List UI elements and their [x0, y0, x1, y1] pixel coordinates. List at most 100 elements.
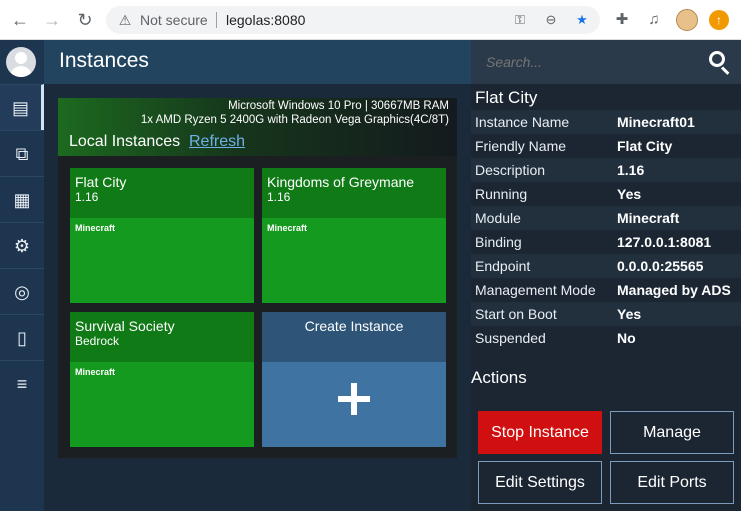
detail-key: Suspended	[475, 330, 546, 346]
instances-panel: Microsoft Windows 10 Pro | 30667MB RAM 1…	[58, 98, 457, 458]
sidebar-item-files[interactable]: ▯	[0, 314, 44, 360]
instance-name: Survival Society	[75, 318, 175, 334]
detail-value: 127.0.0.1:8081	[617, 234, 712, 250]
warning-icon[interactable]: ⚠	[116, 11, 134, 29]
detail-value: Flat City	[617, 138, 673, 154]
detail-row: Friendly Name Flat City	[471, 134, 741, 158]
detail-value: Managed by ADS	[617, 282, 731, 298]
search-input[interactable]	[486, 54, 686, 70]
detail-row: Description 1.16	[471, 158, 741, 182]
search-bar	[471, 40, 741, 84]
detail-row: Management Mode Managed by ADS	[471, 278, 741, 302]
page-title: Instances	[59, 49, 149, 72]
instance-version: 1.16	[267, 190, 291, 204]
detail-value: Yes	[617, 186, 642, 202]
stop-instance-button[interactable]: Stop Instance	[478, 411, 602, 454]
console-icon: ⧉	[15, 144, 29, 164]
profile-avatar[interactable]	[676, 9, 698, 31]
create-instance-header: Create Instance	[262, 312, 446, 362]
main-content: Microsoft Windows 10 Pro | 30667MB RAM 1…	[44, 84, 471, 511]
detail-value: 1.16	[617, 162, 645, 178]
sidebar-item-database[interactable]: ≡	[0, 360, 44, 406]
detail-key: Running	[475, 186, 528, 202]
detail-row: Instance Name Minecraft01	[471, 110, 741, 134]
detail-key: Management Mode	[475, 282, 596, 298]
star-icon[interactable]: ★	[573, 11, 591, 29]
sidebar: ▤ ⧉ ▦ ⚙ ◎ ▯ ≡	[0, 40, 44, 511]
detail-key: Instance Name	[475, 114, 570, 130]
edit-ports-button[interactable]: Edit Ports	[610, 461, 734, 504]
system-cpu-info: 1x AMD Ryzen 5 2400G with Radeon Vega Gr…	[140, 114, 449, 126]
create-instance-label: Create Instance	[304, 318, 404, 334]
refresh-link[interactable]: Refresh	[189, 133, 245, 151]
instance-details-panel: Flat City Instance Name Minecraft01 Frie…	[471, 40, 741, 511]
detail-key: Friendly Name	[475, 138, 567, 154]
detail-key: Description	[475, 162, 546, 178]
instance-version: 1.16	[75, 190, 99, 204]
detail-row: Module Minecraft	[471, 206, 741, 230]
settings-icon: ⚙	[13, 236, 31, 256]
detail-value: Minecraft01	[617, 114, 695, 130]
database-icon: ≡	[16, 374, 28, 394]
instance-module: Minecraft	[75, 223, 116, 233]
tile-header: Kingdoms of Greymane 1.16	[262, 168, 446, 218]
instance-name: Kingdoms of Greymane	[267, 174, 415, 190]
update-icon[interactable]: ↑	[709, 10, 729, 30]
security-label[interactable]: Not secure	[140, 12, 208, 28]
user-avatar[interactable]	[6, 47, 36, 77]
url-text[interactable]: legolas:8080	[226, 12, 305, 28]
support-icon: ◎	[14, 282, 30, 302]
address-bar[interactable]: ⚠ Not secure legolas:8080 ⚿ ⊖ ★	[106, 6, 600, 34]
local-instances-label: Local Instances	[69, 133, 181, 150]
detail-row: Suspended No	[471, 326, 741, 350]
actions-heading: Actions	[471, 368, 527, 387]
detail-key: Binding	[475, 234, 522, 250]
create-instance-tile[interactable]: Create Instance	[262, 312, 446, 447]
instance-version: Bedrock	[75, 334, 120, 348]
plus-icon-bar	[351, 383, 357, 415]
manage-button[interactable]: Manage	[610, 411, 734, 454]
zoom-icon[interactable]: ⊖	[542, 11, 560, 29]
instance-module: Minecraft	[75, 367, 116, 377]
instance-name: Flat City	[75, 174, 127, 190]
instance-tile[interactable]: Kingdoms of Greymane 1.16 Minecraft	[262, 168, 446, 303]
omnibox-divider	[216, 12, 217, 28]
search-icon[interactable]	[708, 50, 732, 75]
detail-value: Yes	[617, 306, 642, 322]
instance-tile[interactable]: Survival Society Bedrock Minecraft	[70, 312, 254, 447]
sidebar-item-console[interactable]: ⧉	[0, 130, 44, 176]
sidebar-item-grid[interactable]: ▦	[0, 176, 44, 222]
detail-row: Binding 127.0.0.1:8081	[471, 230, 741, 254]
back-icon[interactable]: ←	[8, 8, 32, 32]
key-icon[interactable]: ⚿	[511, 11, 529, 29]
sidebar-item-support[interactable]: ◎	[0, 268, 44, 314]
grid-icon: ▦	[13, 190, 31, 210]
forward-icon[interactable]: →	[40, 8, 64, 32]
detail-value: Minecraft	[617, 210, 680, 226]
instance-tile[interactable]: Flat City 1.16 Minecraft	[70, 168, 254, 303]
instance-module: Minecraft	[267, 223, 308, 233]
detail-key: Module	[475, 210, 521, 226]
system-os-info: Microsoft Windows 10 Pro | 30667MB RAM	[228, 100, 449, 112]
sidebar-item-dashboard[interactable]: ▤	[0, 84, 44, 130]
sidebar-item-settings[interactable]: ⚙	[0, 222, 44, 268]
extensions-icon[interactable]: ✚	[611, 9, 633, 31]
page-header: Instances	[44, 40, 471, 84]
edit-settings-button[interactable]: Edit Settings	[478, 461, 602, 504]
detail-value: No	[617, 330, 636, 346]
tile-body: Minecraft	[70, 218, 254, 303]
media-icon[interactable]: ♫	[643, 9, 665, 31]
file-icon: ▯	[17, 328, 27, 348]
search-icon-handle	[720, 66, 730, 75]
tile-header: Flat City 1.16	[70, 168, 254, 218]
detail-row: Start on Boot Yes	[471, 302, 741, 326]
browser-toolbar: ← → ↻ ⚠ Not secure legolas:8080 ⚿ ⊖ ★ ✚ …	[0, 0, 741, 40]
panel-header: Microsoft Windows 10 Pro | 30667MB RAM 1…	[58, 98, 457, 156]
detail-key: Start on Boot	[475, 306, 557, 322]
tile-body: Minecraft	[262, 218, 446, 303]
detail-row: Endpoint 0.0.0.0:25565	[471, 254, 741, 278]
create-instance-body	[262, 362, 446, 447]
dashboard-icon: ▤	[11, 98, 29, 118]
reload-icon[interactable]: ↻	[73, 8, 97, 32]
selected-instance-title: Flat City	[475, 88, 538, 107]
